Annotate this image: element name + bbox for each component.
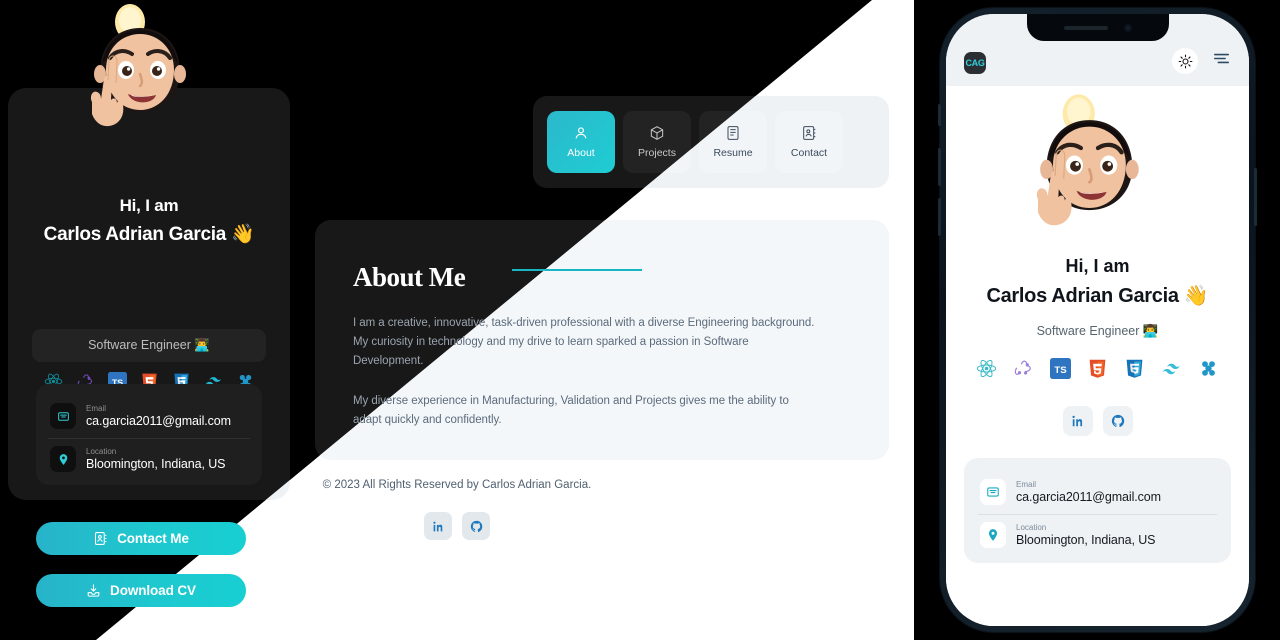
theme-toggle-button[interactable] [1172,48,1198,74]
info-row-email: Email ca.garcia2011@gmail.com [978,472,1217,514]
github-icon [470,520,482,532]
location-label: Location [86,447,117,456]
github-icon [1111,414,1124,428]
greeting-line2: Carlos Adrian Garcia 👋 [43,224,255,245]
tab-about-label: About [567,147,595,159]
info-row-location: Location Bloomington, Indiana, US [48,438,250,481]
info-row-email: Email ca.garcia2011@gmail.com [48,396,250,438]
cta-buttons: Contact Me Download CV [0,522,282,607]
tab-about[interactable]: About [547,111,615,173]
github-link[interactable] [1102,406,1133,436]
user-icon [575,127,587,139]
email-label: Email [1016,480,1037,489]
phone-mockup-area: CAG Hi, I am Carlos Adrian Garcia 👋 Soft… [914,0,1280,640]
contact-book-icon [95,532,107,545]
email-icon-box [50,403,76,429]
contact-me-label: Contact Me [117,531,189,546]
phone-power-button[interactable] [1254,168,1257,226]
tab-contact-label: Contact [790,147,828,159]
email-icon-box [980,479,1006,505]
typescript-icon: TS [1050,358,1071,379]
react-icon [976,359,997,378]
footer-linkedin-link[interactable] [424,512,452,540]
menu-button[interactable] [1212,49,1231,73]
linkedin-link[interactable] [1062,406,1093,436]
sun-icon [1178,54,1192,68]
email-label: Email [86,404,107,413]
phone-greeting-line1: Hi, I am [1065,256,1130,276]
tab-resume-label: Resume [713,147,753,159]
download-tray-icon [87,584,100,597]
box-icon [650,126,664,140]
role-pill: Software Engineer 👨‍💻 [32,329,266,362]
contact-book-icon [803,126,816,140]
svg-text:TS: TS [1054,365,1067,376]
greeting-line1: Hi, I am [119,196,179,215]
location-pin-icon [988,529,998,541]
desktop-preview: Hi, I am Carlos Adrian Garcia 👋 Software… [0,0,914,640]
phone-greeting-line2: Carlos Adrian Garcia 👋 [986,285,1209,307]
email-icon [987,487,999,497]
redux-icon [1014,360,1031,375]
html5-icon [1089,359,1106,378]
location-pin-icon [59,453,67,465]
location-icon-box [980,522,1006,548]
linkedin-icon [1071,415,1082,427]
footer-github-link[interactable] [462,512,490,540]
linkedin-icon [432,521,442,531]
about-title: About Me [353,262,466,292]
info-row-location: Location Bloomington, Indiana, US [978,514,1217,557]
hamburger-menu-icon [1213,53,1230,64]
phone-front-camera [1123,23,1132,32]
about-paragraph-2: My diverse experience in Manufacturing, … [353,395,789,426]
phone-screen: CAG Hi, I am Carlos Adrian Garcia 👋 Soft… [946,14,1249,626]
phone-notch [1026,14,1169,41]
contact-me-button[interactable]: Contact Me [36,522,246,555]
css3-icon [1126,359,1143,378]
contact-info-card: Email ca.garcia2011@gmail.com Location B… [36,384,262,485]
location-icon-box [50,446,76,472]
avatar [1036,94,1139,226]
screenshot-root: Hi, I am Carlos Adrian Garcia 👋 Software… [0,0,1280,640]
phone-role: Software Engineer 👨‍💻 [1036,324,1159,338]
email-value: ca.garcia2011@gmail.com [1016,490,1161,504]
phone-greeting: Hi, I am Carlos Adrian Garcia 👋 [946,256,1249,308]
phone-social-links [946,406,1249,436]
avatar [90,4,186,127]
framer-motion-icon [1202,361,1215,376]
phone-volume-down-button[interactable] [938,198,941,236]
phone-volume-up-button[interactable] [938,148,941,186]
phone-header-actions [1172,48,1231,74]
tailwindcss-icon [1162,363,1180,375]
tab-projects-label: Projects [638,147,676,159]
download-cv-button[interactable]: Download CV [36,574,246,607]
email-value: ca.garcia2011@gmail.com [86,414,231,428]
tab-contact[interactable]: Contact [775,111,843,173]
phone-tech-stack-row: TS [946,358,1249,379]
location-label: Location [1016,523,1047,532]
phone-frame: CAG Hi, I am Carlos Adrian Garcia 👋 Soft… [938,8,1257,632]
greeting: Hi, I am Carlos Adrian Garcia 👋 [8,196,290,246]
location-value: Bloomington, Indiana, US [1016,533,1156,547]
phone-speaker [1063,25,1108,30]
site-logo[interactable]: CAG [964,52,986,74]
download-cv-label: Download CV [110,583,196,598]
document-icon [727,126,739,140]
email-icon [57,411,69,421]
phone-silent-switch[interactable] [938,104,941,126]
phone-app-body: Hi, I am Carlos Adrian Garcia 👋 Software… [946,86,1249,626]
location-value: Bloomington, Indiana, US [86,457,226,471]
phone-contact-info-card: Email ca.garcia2011@gmail.com Location B… [964,458,1231,563]
